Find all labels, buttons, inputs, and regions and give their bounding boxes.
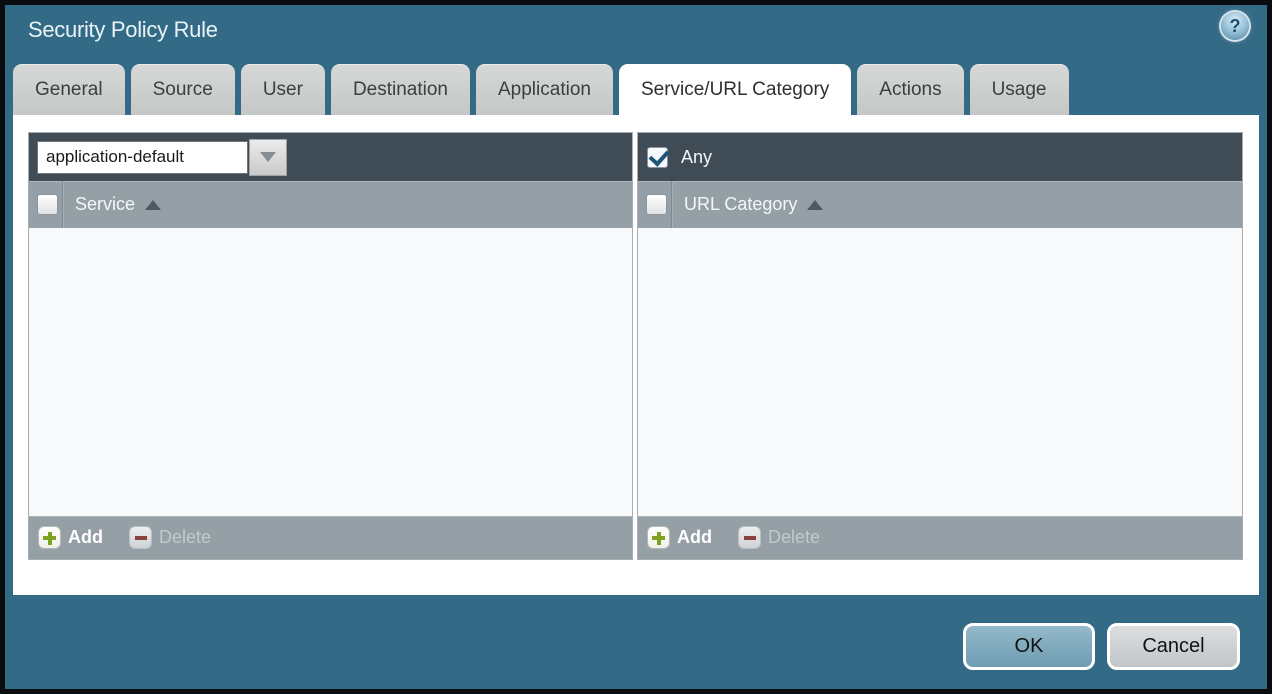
chevron-down-icon bbox=[260, 152, 276, 162]
tab-content-area: application-default Service bbox=[13, 115, 1259, 595]
delete-button-label: Delete bbox=[768, 527, 820, 548]
url-category-toolbar: Any bbox=[638, 133, 1242, 181]
delete-button-label: Delete bbox=[159, 527, 211, 548]
url-category-select-all-checkbox[interactable] bbox=[646, 194, 667, 215]
url-category-column-label: URL Category bbox=[684, 194, 797, 215]
service-select-all-cell bbox=[29, 181, 63, 228]
service-type-dropdown-button[interactable] bbox=[249, 139, 287, 176]
service-select-all-checkbox[interactable] bbox=[37, 194, 58, 215]
any-checkbox[interactable] bbox=[647, 147, 668, 168]
service-footer: Add Delete bbox=[29, 516, 632, 559]
url-category-panel: Any URL Category Add bbox=[637, 132, 1243, 560]
service-type-dropdown[interactable]: application-default bbox=[37, 139, 287, 176]
service-add-button[interactable]: Add bbox=[38, 526, 103, 549]
tab-service-url-category[interactable]: Service/URL Category bbox=[619, 64, 851, 115]
minus-icon bbox=[738, 526, 761, 549]
security-policy-rule-dialog: Security Policy Rule ? General Source Us… bbox=[0, 0, 1272, 694]
minus-icon bbox=[129, 526, 152, 549]
url-category-delete-button[interactable]: Delete bbox=[738, 526, 820, 549]
add-button-label: Add bbox=[68, 527, 103, 548]
service-type-value[interactable]: application-default bbox=[37, 141, 248, 174]
any-label: Any bbox=[681, 147, 712, 168]
url-category-column-sort[interactable]: URL Category bbox=[684, 194, 823, 215]
tab-user[interactable]: User bbox=[241, 64, 325, 115]
ok-button[interactable]: OK bbox=[963, 623, 1095, 670]
add-button-label: Add bbox=[677, 527, 712, 548]
url-category-add-button[interactable]: Add bbox=[647, 526, 712, 549]
url-category-list[interactable] bbox=[638, 228, 1242, 516]
dialog-title: Security Policy Rule bbox=[28, 17, 218, 43]
url-category-select-all-cell bbox=[638, 181, 672, 228]
any-row: Any bbox=[647, 147, 712, 168]
cancel-button[interactable]: Cancel bbox=[1107, 623, 1240, 670]
url-category-footer: Add Delete bbox=[638, 516, 1242, 559]
url-category-column-header: URL Category bbox=[638, 181, 1242, 228]
help-icon[interactable]: ? bbox=[1221, 12, 1249, 40]
service-column-sort[interactable]: Service bbox=[75, 194, 161, 215]
tab-application[interactable]: Application bbox=[476, 64, 613, 115]
sort-ascending-icon bbox=[145, 200, 161, 210]
tab-general[interactable]: General bbox=[13, 64, 125, 115]
tab-actions[interactable]: Actions bbox=[857, 64, 963, 115]
plus-icon bbox=[647, 526, 670, 549]
service-column-label: Service bbox=[75, 194, 135, 215]
tab-destination[interactable]: Destination bbox=[331, 64, 470, 115]
service-panel: application-default Service bbox=[28, 132, 633, 560]
help-glyph: ? bbox=[1230, 16, 1241, 37]
service-column-header: Service bbox=[29, 181, 632, 228]
tab-bar: General Source User Destination Applicat… bbox=[13, 64, 1069, 115]
tab-source[interactable]: Source bbox=[131, 64, 235, 115]
sort-ascending-icon bbox=[807, 200, 823, 210]
tab-usage[interactable]: Usage bbox=[970, 64, 1069, 115]
service-toolbar: application-default bbox=[29, 133, 632, 181]
service-list[interactable] bbox=[29, 228, 632, 516]
service-delete-button[interactable]: Delete bbox=[129, 526, 211, 549]
plus-icon bbox=[38, 526, 61, 549]
